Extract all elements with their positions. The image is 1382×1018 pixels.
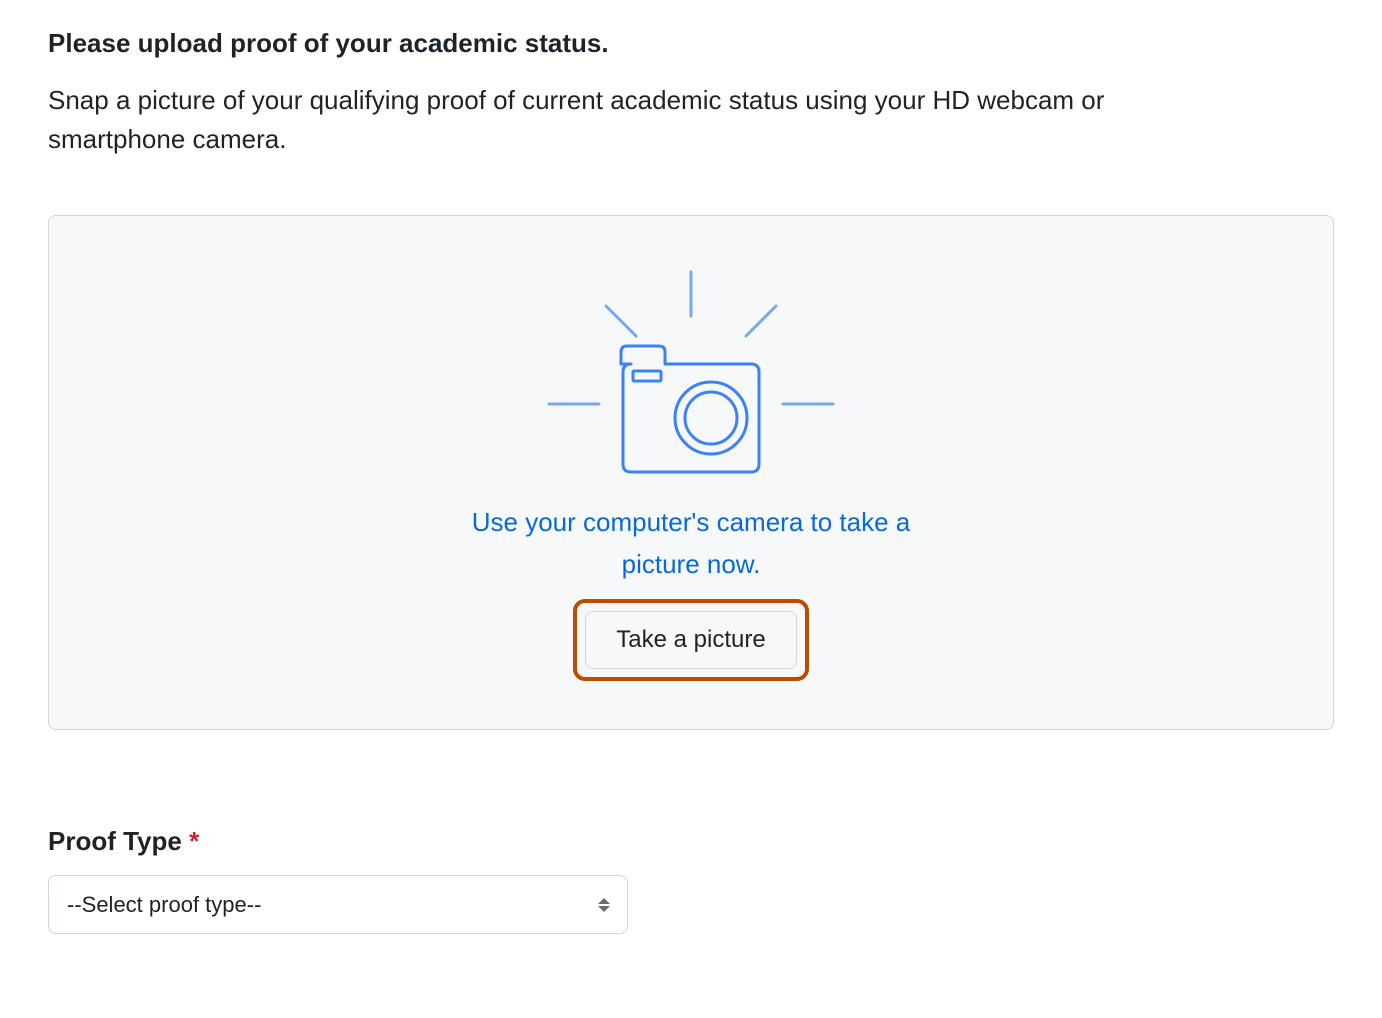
take-picture-button[interactable]: Take a picture xyxy=(585,611,796,669)
upload-description: Snap a picture of your qualifying proof … xyxy=(48,81,1148,159)
upload-panel: Use your computer's camera to take a pic… xyxy=(48,215,1334,730)
camera-icon xyxy=(511,264,871,484)
required-indicator: * xyxy=(189,826,199,856)
proof-type-label-text: Proof Type xyxy=(48,826,182,856)
proof-type-label: Proof Type * xyxy=(48,826,1334,857)
proof-type-select[interactable]: --Select proof type-- xyxy=(48,875,628,934)
proof-type-select-wrap: --Select proof type-- xyxy=(48,875,628,934)
take-picture-highlight: Take a picture xyxy=(573,599,808,681)
camera-caption: Use your computer's camera to take a pic… xyxy=(441,502,941,585)
upload-heading: Please upload proof of your academic sta… xyxy=(48,28,1334,59)
